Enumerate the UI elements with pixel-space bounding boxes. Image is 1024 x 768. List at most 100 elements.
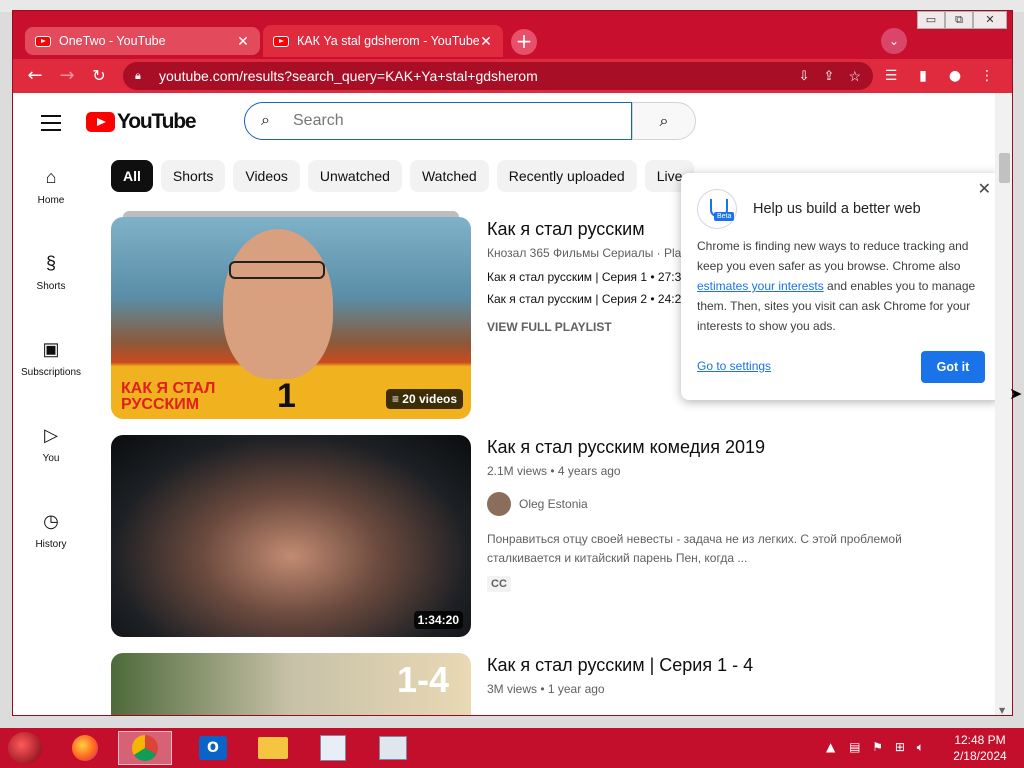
youtube-logo-icon: [86, 112, 115, 132]
video-stats: 3M views • 1 year ago: [487, 682, 605, 696]
chip-recently-uploaded[interactable]: Recently uploaded: [496, 160, 637, 192]
sidebar-item-label: You: [42, 453, 60, 464]
scroll-down-icon[interactable]: ▼: [999, 706, 1005, 715]
video-title[interactable]: Как я стал русским | Серия 1 - 4: [487, 655, 987, 676]
playlist-count-badge: ≡ 20 videos: [385, 389, 463, 409]
reading-list-icon[interactable]: ☰: [881, 66, 901, 86]
outlook-icon: O: [199, 736, 227, 760]
cc-badge: CC: [487, 576, 511, 592]
mouse-cursor-icon: ➤: [1009, 384, 1023, 403]
thumbnail-glasses: [229, 261, 325, 279]
playlist-thumbnail[interactable]: КАК Я СТАЛ РУССКИМ 1 ≡ 20 videos: [111, 217, 471, 419]
maximize-button[interactable]: ⧉: [945, 11, 973, 29]
sidebar: ⌂ Home § Shorts ▣ Subscriptions ▷ You ◷ …: [13, 153, 89, 583]
tab-title: КАК Ya stal gdsherom - YouTube: [297, 34, 479, 48]
sidebar-item-label: Subscriptions: [20, 367, 82, 378]
address-bar[interactable]: 🔒︎ youtube.com/results?search_query=KAK+…: [123, 62, 873, 90]
you-icon: ▷: [44, 425, 58, 445]
side-panel-icon[interactable]: ▮: [913, 66, 933, 86]
profile-avatar-icon[interactable]: ●: [945, 66, 965, 86]
browser-toolbar: ← → ↻ 🔒︎ youtube.com/results?search_quer…: [13, 59, 1012, 93]
volume-muted-icon[interactable]: 🔈︎: [917, 740, 924, 754]
back-button[interactable]: ←: [25, 66, 45, 86]
channel-row[interactable]: Oleg Estonia: [487, 492, 987, 516]
sidebar-item-subscriptions[interactable]: ▣ Subscriptions: [13, 337, 89, 411]
install-icon[interactable]: ⇩: [799, 68, 810, 84]
tab-onetwo[interactable]: OneTwo - YouTube ✕: [25, 27, 260, 55]
tab-search-button[interactable]: ⌄: [881, 28, 907, 54]
app-notepad[interactable]: [306, 731, 360, 765]
network-icon[interactable]: ⊞: [895, 740, 905, 754]
new-tab-button[interactable]: +: [511, 29, 537, 55]
tab-close-icon[interactable]: ✕: [479, 33, 493, 50]
clock-time: 12:48 PM: [954, 733, 1006, 747]
video-meta: Как я стал русским комедия 2019 2.1M vie…: [487, 435, 987, 592]
chip-watched[interactable]: Watched: [409, 160, 489, 192]
search-button[interactable]: ⌕: [632, 102, 696, 140]
share-icon[interactable]: ⇪: [824, 68, 835, 84]
playlist-icon: ≡: [391, 392, 403, 406]
search-input[interactable]: ⌕ Search: [244, 102, 632, 140]
monitor-icon: [379, 736, 407, 760]
tab-search-results[interactable]: КАК Ya stal gdsherom - YouTube ✕: [263, 25, 503, 57]
got-it-button[interactable]: Got it: [921, 351, 985, 383]
history-icon: ◷: [43, 511, 59, 531]
sidebar-item-history[interactable]: ◷ History: [13, 509, 89, 583]
outlook-app[interactable]: O: [186, 731, 240, 765]
channel-name[interactable]: Oleg Estonia: [519, 497, 588, 511]
shorts-icon: §: [45, 253, 56, 273]
tab-close-icon[interactable]: ✕: [236, 33, 250, 50]
action-center-flag-icon[interactable]: ⚑: [872, 740, 883, 754]
sidebar-item-label: History: [35, 539, 67, 550]
duration-badge: 1:34:20: [413, 611, 463, 629]
video-thumbnail[interactable]: 1:34:20: [111, 435, 471, 637]
start-button[interactable]: [8, 732, 42, 764]
beta-flask-icon: Beta: [697, 189, 737, 229]
show-hidden-icons-icon[interactable]: ▲: [826, 740, 835, 754]
network-drive-icon[interactable]: ▤: [849, 740, 860, 754]
firefox-app[interactable]: [58, 731, 112, 765]
chrome-app[interactable]: [118, 731, 172, 765]
chip-unwatched[interactable]: Unwatched: [307, 160, 402, 192]
taskbar-clock[interactable]: 12:48 PM 2/18/2024: [940, 732, 1020, 764]
page-scrollbar[interactable]: ▼: [995, 93, 1012, 715]
dialog-title: Help us build a better web: [753, 201, 921, 217]
chip-shorts[interactable]: Shorts: [160, 160, 226, 192]
sidebar-item-label: Shorts: [36, 281, 66, 292]
close-window-button[interactable]: ✕: [973, 11, 1007, 29]
taskbar: O ▲ ▤ ⚑ ⊞ 🔈︎ 12:48 PM 2/18/2024: [0, 728, 1024, 768]
thumbnail-face: [223, 229, 333, 379]
app-monitor[interactable]: [366, 731, 420, 765]
result-video: 1-4 Как я стал русским | Серия 1 - 4 3M …: [111, 653, 991, 715]
chip-videos[interactable]: Videos: [233, 160, 300, 192]
bookmark-star-icon[interactable]: ☆: [848, 68, 861, 85]
chrome-icon: [132, 735, 158, 761]
browser-window: OneTwo - YouTube ✕ КАК Ya stal gdsherom …: [12, 10, 1013, 716]
youtube-logo-text: YouTube: [117, 110, 197, 133]
estimates-interests-link[interactable]: estimates your interests: [697, 279, 824, 293]
menu-icon[interactable]: [41, 115, 61, 136]
go-to-settings-link[interactable]: Go to settings: [697, 359, 771, 373]
search-icon: ⌕: [659, 111, 669, 130]
dialog-body: Chrome is finding new ways to reduce tra…: [697, 239, 976, 333]
avatar[interactable]: [487, 492, 511, 516]
file-explorer-app[interactable]: [246, 731, 300, 765]
reload-button[interactable]: ↻: [89, 66, 109, 86]
minimize-button[interactable]: ▭: [917, 11, 945, 29]
menu-kebab-icon[interactable]: ⋮: [977, 66, 997, 86]
lock-icon: 🔒︎: [135, 69, 141, 82]
sidebar-item-home[interactable]: ⌂ Home: [13, 165, 89, 239]
sidebar-item-you[interactable]: ▷ You: [13, 423, 89, 497]
youtube-logo[interactable]: YouTube: [86, 110, 197, 134]
chip-all[interactable]: All: [111, 160, 153, 192]
sidebar-item-shorts[interactable]: § Shorts: [13, 251, 89, 325]
scrollbar-thumb[interactable]: [999, 153, 1010, 183]
filter-chips: All Shorts Videos Unwatched Watched Recently …: [111, 160, 702, 192]
video-title[interactable]: Как я стал русским комедия 2019: [487, 437, 987, 458]
forward-button[interactable]: →: [57, 66, 77, 86]
video-thumbnail[interactable]: 1-4: [111, 653, 471, 715]
beta-badge: Beta: [714, 212, 735, 221]
close-icon[interactable]: ✕: [978, 179, 991, 199]
search-icon: ⌕: [261, 112, 270, 129]
folder-icon: [258, 737, 288, 759]
